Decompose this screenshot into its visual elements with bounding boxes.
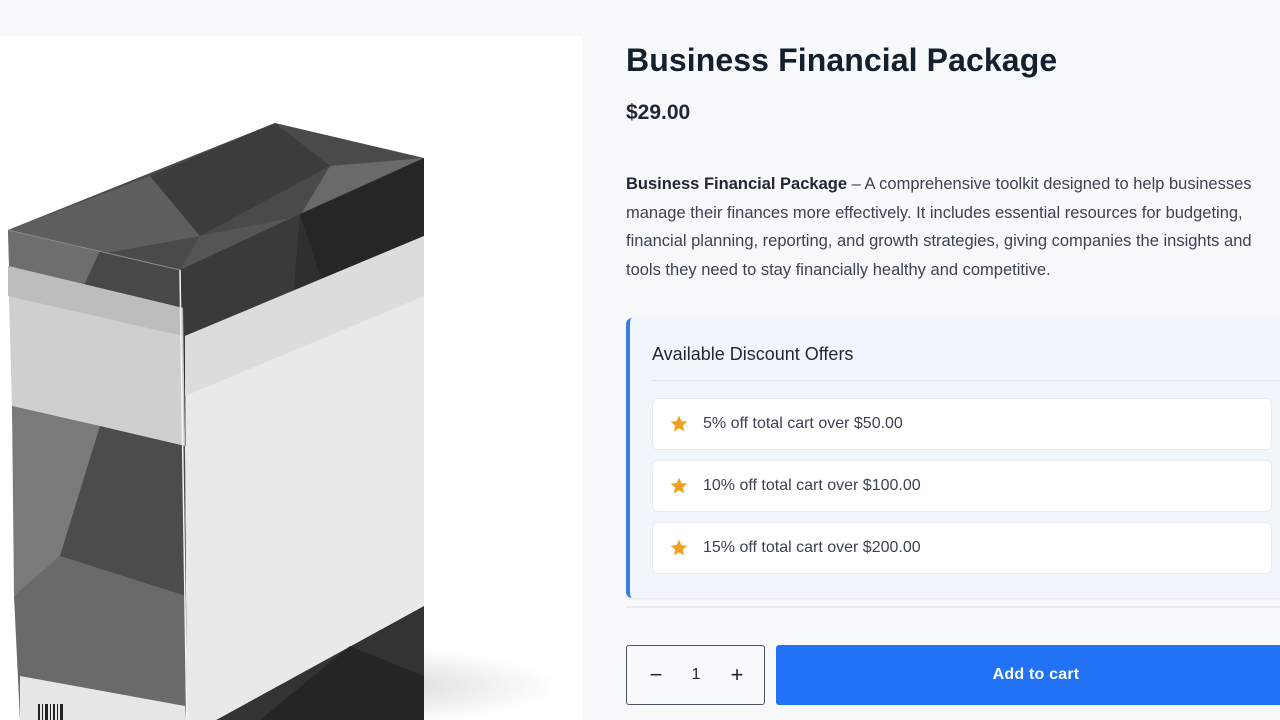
offer-label: 10% off total cart over $100.00 [703, 477, 921, 494]
product-description: Business Financial Package – A comprehen… [626, 170, 1280, 284]
star-icon [670, 477, 688, 494]
offers-divider [652, 380, 1280, 381]
star-icon [670, 539, 688, 556]
product-details: Business Financial Package $29.00 Busine… [626, 0, 1280, 720]
offer-label: 5% off total cart over $50.00 [703, 415, 903, 432]
quantity-stepper: − 1 + [626, 645, 765, 705]
offers-title: Available Discount Offers [652, 344, 854, 364]
product-image [0, 36, 582, 720]
description-bold: Business Financial Package [626, 175, 848, 193]
discount-offers-box: Available Discount Offers 5% off total c… [626, 318, 1280, 598]
product-title: Business Financial Package [626, 42, 1058, 78]
quantity-increase-button[interactable]: + [722, 660, 752, 690]
quantity-input[interactable]: 1 [681, 660, 711, 690]
add-to-cart-button[interactable]: Add to cart [776, 645, 1280, 705]
offer-item: 15% off total cart over $200.00 [652, 522, 1272, 574]
offer-item: 5% off total cart over $50.00 [652, 398, 1272, 450]
offer-label: 15% off total cart over $200.00 [703, 539, 921, 556]
offer-item: 10% off total cart over $100.00 [652, 460, 1272, 512]
star-icon [670, 415, 688, 432]
quantity-decrease-button[interactable]: − [641, 660, 671, 690]
product-price: $29.00 [626, 101, 691, 124]
section-divider [626, 606, 1280, 608]
